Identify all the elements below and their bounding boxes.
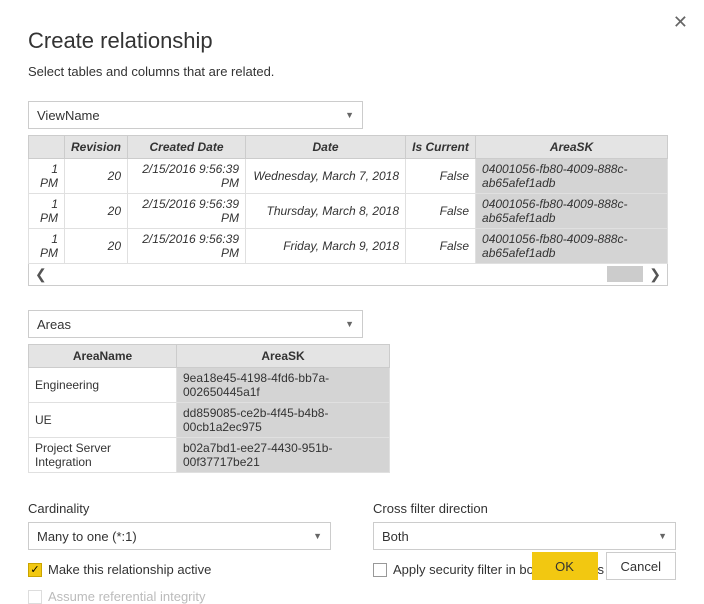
chevron-down-icon: ▼ <box>345 110 354 120</box>
active-checkbox[interactable]: ✓ <box>28 563 42 577</box>
table1-header-selected[interactable]: AreaSK <box>476 136 668 159</box>
table1-header[interactable]: Created Date <box>128 136 246 159</box>
table2-select[interactable]: Areas ▼ <box>28 310 363 338</box>
cardinality-label: Cardinality <box>28 501 331 516</box>
cardinality-select[interactable]: Many to one (*:1) ▼ <box>28 522 331 550</box>
scroll-thumb[interactable] <box>607 266 643 282</box>
close-icon[interactable]: ✕ <box>673 12 688 33</box>
scroll-left-icon[interactable]: ❮ <box>35 266 47 283</box>
table-row[interactable]: Project Server Integrationb02a7bd1-ee27-… <box>29 438 390 473</box>
crossfilter-label: Cross filter direction <box>373 501 676 516</box>
security-checkbox[interactable] <box>373 563 387 577</box>
active-checkbox-label: Make this relationship active <box>48 562 211 577</box>
ok-button[interactable]: OK <box>532 552 598 580</box>
scroll-right-icon[interactable]: ❯ <box>649 266 661 283</box>
crossfilter-value: Both <box>382 529 409 544</box>
chevron-down-icon: ▼ <box>658 531 667 541</box>
table1-header[interactable]: Is Current <box>406 136 476 159</box>
table1-select[interactable]: ViewName ▼ <box>28 101 363 129</box>
table2-header-selected[interactable]: AreaSK <box>177 345 390 368</box>
table1-scrollbar[interactable]: ❮ ❯ <box>28 264 668 286</box>
table2-select-value: Areas <box>37 317 71 332</box>
table1-header[interactable] <box>29 136 65 159</box>
cardinality-value: Many to one (*:1) <box>37 529 137 544</box>
table2: AreaName AreaSK Engineering9ea18e45-4198… <box>28 344 390 473</box>
table-row[interactable]: 1 PM 20 2/15/2016 9:56:39 PM Friday, Mar… <box>29 229 668 264</box>
table-row[interactable]: 1 PM 20 2/15/2016 9:56:39 PM Wednesday, … <box>29 159 668 194</box>
table1-select-value: ViewName <box>37 108 100 123</box>
table1-header[interactable]: Revision <box>65 136 128 159</box>
table1: Revision Created Date Date Is Current Ar… <box>28 135 668 264</box>
chevron-down-icon: ▼ <box>345 319 354 329</box>
dialog-title: Create relationship <box>28 28 676 54</box>
integrity-checkbox-label: Assume referential integrity <box>48 589 206 604</box>
table-row[interactable]: Engineering9ea18e45-4198-4fd6-bb7a-00265… <box>29 368 390 403</box>
crossfilter-select[interactable]: Both ▼ <box>373 522 676 550</box>
table2-header[interactable]: AreaName <box>29 345 177 368</box>
dialog-subtitle: Select tables and columns that are relat… <box>28 64 676 79</box>
integrity-checkbox <box>28 590 42 604</box>
table-row[interactable]: 1 PM 20 2/15/2016 9:56:39 PM Thursday, M… <box>29 194 668 229</box>
table1-header[interactable]: Date <box>246 136 406 159</box>
table-row[interactable]: UEdd859085-ce2b-4f45-b4b8-00cb1a2ec975 <box>29 403 390 438</box>
chevron-down-icon: ▼ <box>313 531 322 541</box>
cancel-button[interactable]: Cancel <box>606 552 676 580</box>
